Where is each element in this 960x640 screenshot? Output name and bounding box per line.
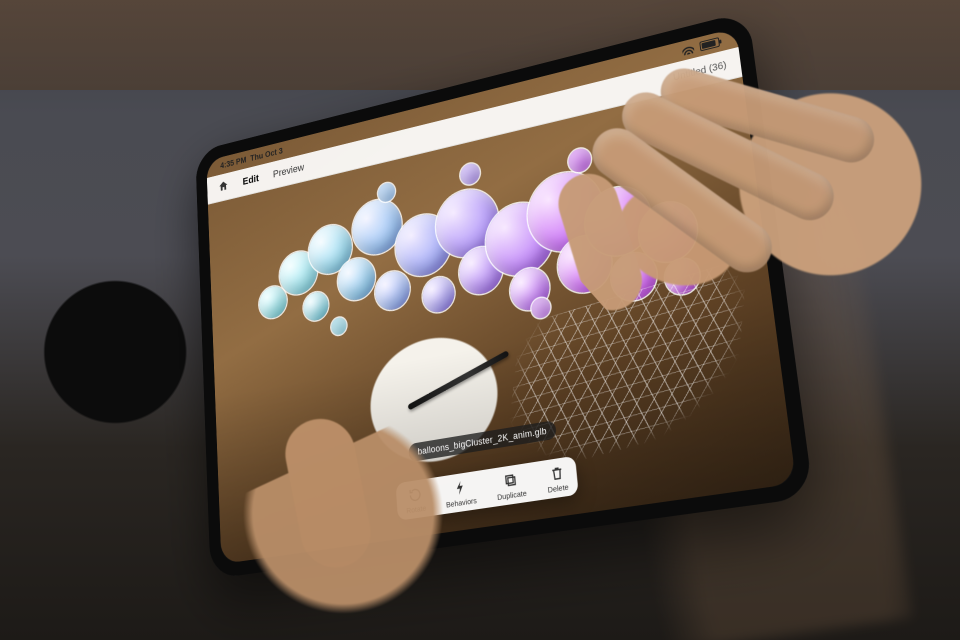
tab-preview[interactable]: Preview — [273, 162, 305, 180]
duplicate-icon — [502, 471, 518, 490]
tab-edit[interactable]: Edit — [242, 173, 259, 187]
notebook-pen — [408, 350, 510, 410]
home-button[interactable] — [218, 178, 229, 195]
delete-button[interactable]: Delete — [546, 463, 570, 494]
duplicate-button[interactable]: Duplicate — [495, 470, 527, 502]
duplicate-label: Duplicate — [497, 488, 527, 502]
home-icon — [218, 178, 229, 193]
photo-scene: 4:35 PM Thu Oct 3 Edit Preview Untit — [0, 0, 960, 640]
delete-label: Delete — [547, 482, 569, 495]
trash-icon — [548, 464, 565, 483]
